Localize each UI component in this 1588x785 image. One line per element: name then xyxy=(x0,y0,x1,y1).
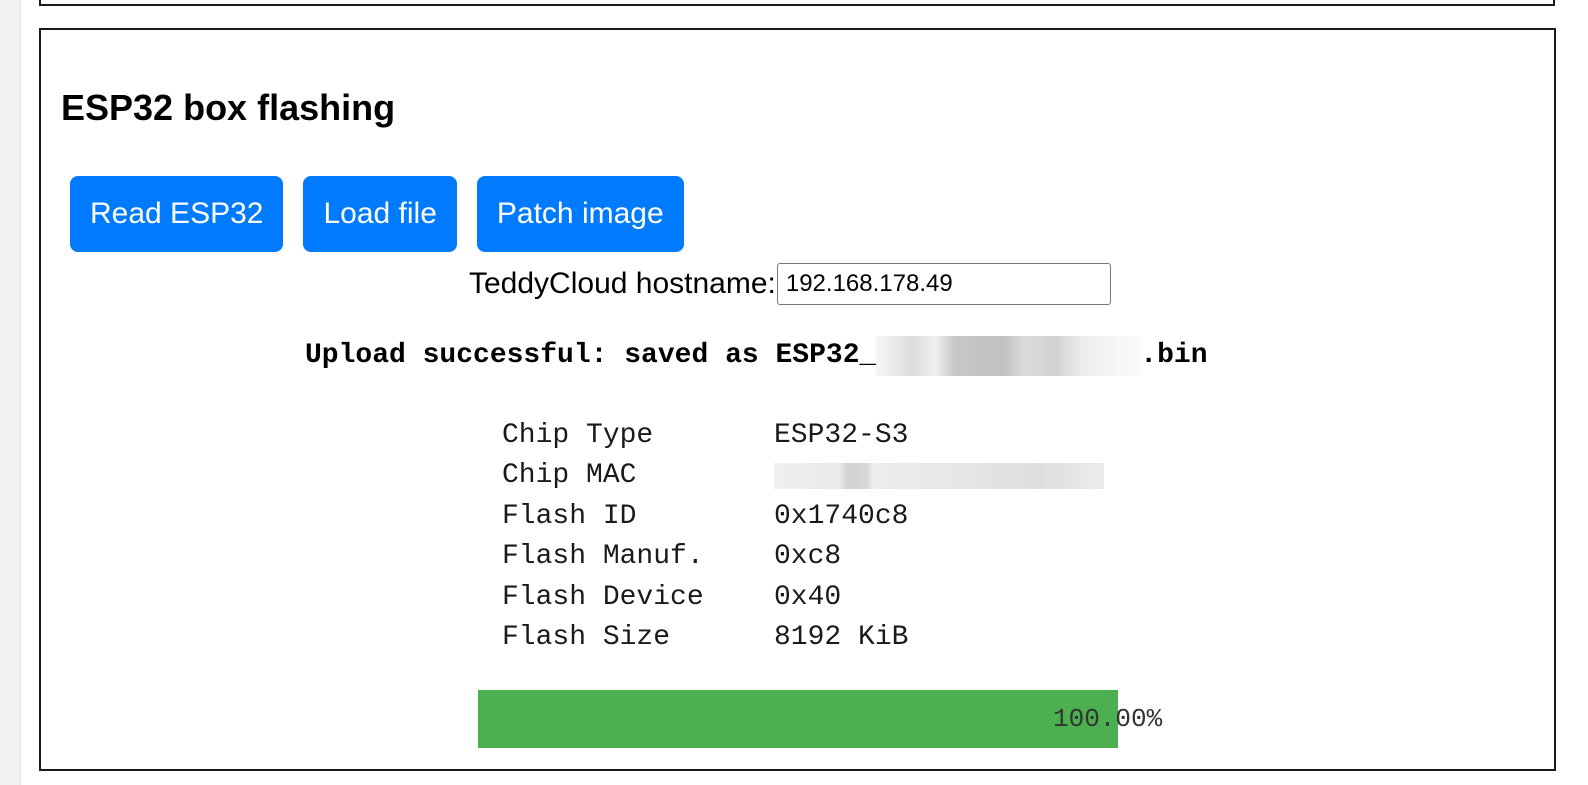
chip-info-key: Chip MAC xyxy=(502,460,637,492)
chip-info-value: 0x1740c8 xyxy=(774,500,909,532)
chip-info-row: Flash ID 0x1740c8 xyxy=(502,496,1104,537)
redacted-filename xyxy=(876,336,1141,376)
page: ESP32 box flashing Read ESP32 Load file … xyxy=(0,0,1588,785)
chip-info-key: Flash Manuf. xyxy=(502,541,704,573)
chip-info-key: Flash Device xyxy=(502,581,704,613)
chip-info-row: Flash Manuf. 0xc8 xyxy=(502,537,1104,578)
esp32-flashing-panel: ESP32 box flashing Read ESP32 Load file … xyxy=(39,28,1556,771)
upload-status-prefix: Upload successful: saved as ESP32_ xyxy=(305,340,877,371)
chip-info-key: Chip Type xyxy=(502,419,654,451)
action-toolbar: Read ESP32 Load file Patch image xyxy=(70,176,684,252)
chip-info-row: Flash Size 8192 KiB xyxy=(502,618,1104,659)
flash-progress-bar: 100.00% xyxy=(478,690,1183,748)
patch-image-button[interactable]: Patch image xyxy=(476,176,684,252)
chip-info-key: Flash Size xyxy=(502,622,671,654)
chip-info-value: 8192 KiB xyxy=(774,622,909,654)
progress-fill xyxy=(478,690,1118,748)
progress-percent-label: 100.00% xyxy=(1053,704,1163,734)
hostname-row: TeddyCloud hostname: xyxy=(469,262,1111,306)
chip-info-row: Chip MAC xyxy=(502,456,1104,497)
chip-info-table: Chip Type ESP32-S3 Chip MAC Flash ID 0x1… xyxy=(502,415,1104,658)
upload-status-message: Upload successful: saved as ESP32_ .bin xyxy=(305,336,1208,376)
chip-info-key: Flash ID xyxy=(502,500,637,532)
upload-status-suffix: .bin xyxy=(1140,340,1208,371)
progress-track xyxy=(478,690,1118,748)
chip-info-row: Flash Device 0x40 xyxy=(502,577,1104,618)
panel-title: ESP32 box flashing xyxy=(61,87,396,128)
chip-info-value: 0xc8 xyxy=(774,541,842,573)
previous-panel-edge xyxy=(39,0,1555,6)
left-scroll-gutter xyxy=(0,0,21,785)
hostname-input[interactable] xyxy=(776,263,1111,305)
read-esp32-button[interactable]: Read ESP32 xyxy=(70,176,284,252)
hostname-label: TeddyCloud hostname: xyxy=(469,267,776,300)
chip-info-row: Chip Type ESP32-S3 xyxy=(502,415,1104,456)
chip-info-value: 0x40 xyxy=(774,581,842,613)
redacted-chip-mac xyxy=(774,462,1104,489)
load-file-button[interactable]: Load file xyxy=(303,176,457,252)
chip-info-value: ESP32-S3 xyxy=(774,419,909,451)
